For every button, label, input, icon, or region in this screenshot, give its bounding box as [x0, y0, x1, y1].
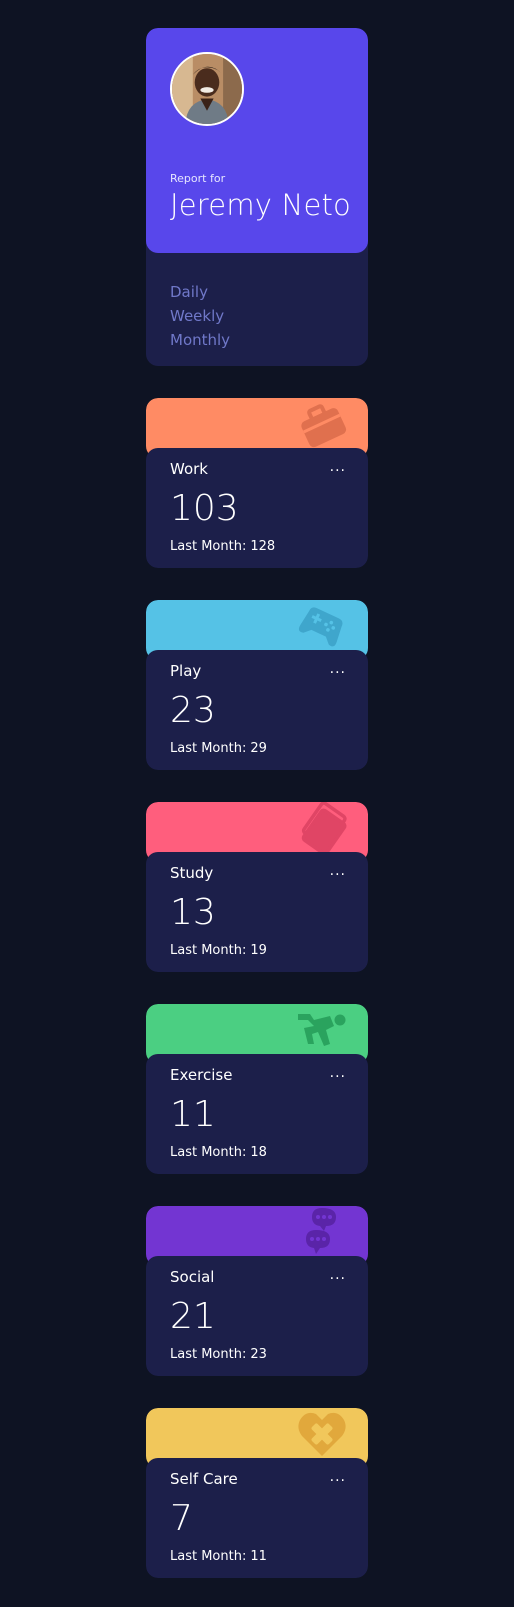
- card-body[interactable]: Self Care ... 7 Last Month: 11: [146, 1458, 368, 1578]
- previous-value: 18: [250, 1145, 267, 1160]
- ellipsis-icon[interactable]: ...: [330, 662, 346, 676]
- books-icon: [301, 802, 347, 854]
- activity-previous: Last Month: 19: [170, 943, 267, 958]
- activity-card-study: Study ... 13 Last Month: 19: [146, 802, 368, 972]
- ellipsis-icon[interactable]: ...: [330, 460, 346, 474]
- chat-bubbles-icon: [306, 1208, 336, 1254]
- previous-label: Last Month:: [170, 1145, 247, 1160]
- card-body[interactable]: Work ... 103 Last Month: 128: [146, 448, 368, 568]
- previous-label: Last Month:: [170, 943, 247, 958]
- ellipsis-icon[interactable]: ...: [330, 864, 346, 878]
- activity-title: Self Care: [170, 1470, 238, 1488]
- activity-card-self-care: Self Care ... 7 Last Month: 11: [146, 1408, 368, 1578]
- activity-current-hours: 13: [170, 892, 216, 933]
- previous-label: Last Month:: [170, 1347, 247, 1362]
- previous-label: Last Month:: [170, 539, 247, 554]
- previous-label: Last Month:: [170, 1549, 247, 1564]
- card-body[interactable]: Play ... 23 Last Month: 29: [146, 650, 368, 770]
- activity-previous: Last Month: 11: [170, 1549, 267, 1564]
- report-for-label: Report for: [170, 172, 226, 185]
- activity-previous: Last Month: 29: [170, 741, 267, 756]
- period-selector: Daily Weekly Monthly: [170, 280, 230, 352]
- avatar-portrait-icon: [172, 54, 242, 124]
- gamepad-icon: [298, 607, 343, 647]
- previous-value: 19: [250, 943, 267, 958]
- activity-previous: Last Month: 18: [170, 1145, 267, 1160]
- activity-current-hours: 7: [170, 1498, 193, 1539]
- previous-value: 23: [250, 1347, 267, 1362]
- previous-value: 11: [250, 1549, 267, 1564]
- card-body[interactable]: Study ... 13 Last Month: 19: [146, 852, 368, 972]
- activity-card-play: Play ... 23 Last Month: 29: [146, 600, 368, 770]
- ellipsis-icon[interactable]: ...: [330, 1268, 346, 1282]
- activity-previous: Last Month: 23: [170, 1347, 267, 1362]
- activity-card-exercise: Exercise ... 11 Last Month: 18: [146, 1004, 368, 1174]
- activity-card-social: Social ... 21 Last Month: 23: [146, 1206, 368, 1376]
- activity-current-hours: 21: [170, 1296, 216, 1337]
- activity-list: Work ... 103 Last Month: 128 Play ... 23…: [146, 398, 368, 1578]
- running-icon: [298, 1014, 346, 1046]
- activity-title: Play: [170, 662, 202, 680]
- activity-current-hours: 11: [170, 1094, 216, 1135]
- ellipsis-icon[interactable]: ...: [330, 1470, 346, 1484]
- activity-title: Work: [170, 460, 208, 478]
- activity-title: Social: [170, 1268, 215, 1286]
- briefcase-icon: [301, 404, 347, 448]
- period-daily[interactable]: Daily: [170, 280, 230, 304]
- previous-value: 29: [250, 741, 267, 756]
- previous-label: Last Month:: [170, 741, 247, 756]
- dashboard: Report for Jeremy Neto Daily Weekly Mont…: [146, 28, 368, 1578]
- card-body[interactable]: Social ... 21 Last Month: 23: [146, 1256, 368, 1376]
- activity-previous: Last Month: 128: [170, 539, 275, 554]
- activity-current-hours: 103: [170, 488, 239, 529]
- period-monthly[interactable]: Monthly: [170, 328, 230, 352]
- ellipsis-icon[interactable]: ...: [330, 1066, 346, 1080]
- heart-plus-icon: [298, 1412, 346, 1456]
- profile-name: Jeremy Neto: [170, 188, 352, 222]
- profile-card: Report for Jeremy Neto Daily Weekly Mont…: [146, 28, 368, 366]
- activity-title: Study: [170, 864, 214, 882]
- period-weekly[interactable]: Weekly: [170, 304, 230, 328]
- activity-current-hours: 23: [170, 690, 216, 731]
- profile-header: Report for Jeremy Neto: [146, 28, 368, 253]
- previous-value: 128: [250, 539, 276, 554]
- activity-title: Exercise: [170, 1066, 233, 1084]
- activity-card-work: Work ... 103 Last Month: 128: [146, 398, 368, 568]
- card-body[interactable]: Exercise ... 11 Last Month: 18: [146, 1054, 368, 1174]
- avatar: [170, 52, 244, 126]
